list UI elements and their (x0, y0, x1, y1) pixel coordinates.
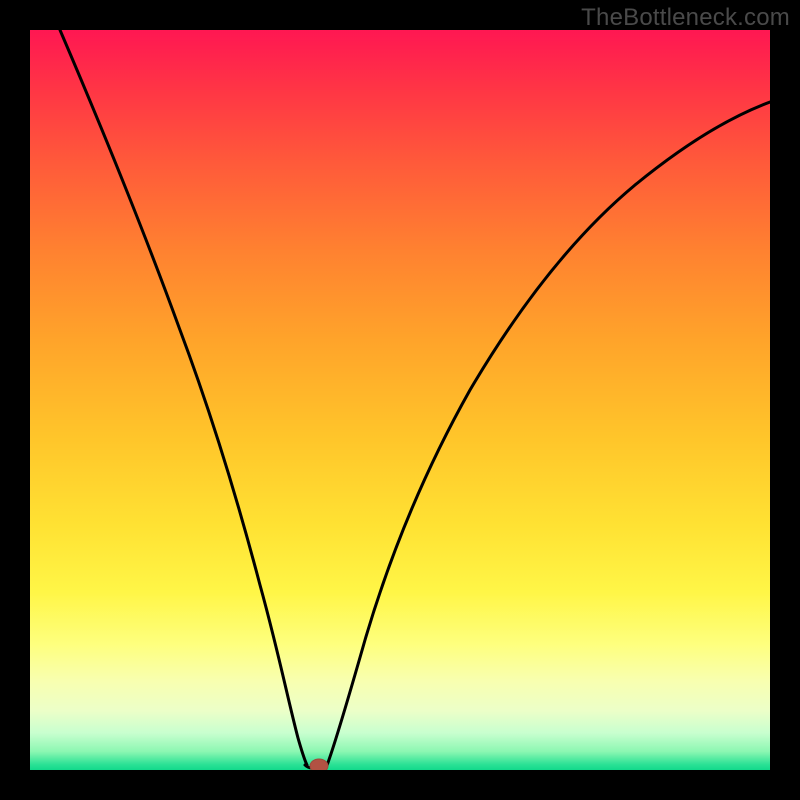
curve-right-arm (326, 102, 770, 768)
watermark-text: TheBottleneck.com (581, 4, 790, 32)
curve-left-arm (60, 30, 307, 765)
curve-svg (30, 30, 770, 770)
plot-area (30, 30, 770, 770)
chart-frame: TheBottleneck.com (0, 0, 800, 800)
touch-point-dot (310, 759, 328, 770)
